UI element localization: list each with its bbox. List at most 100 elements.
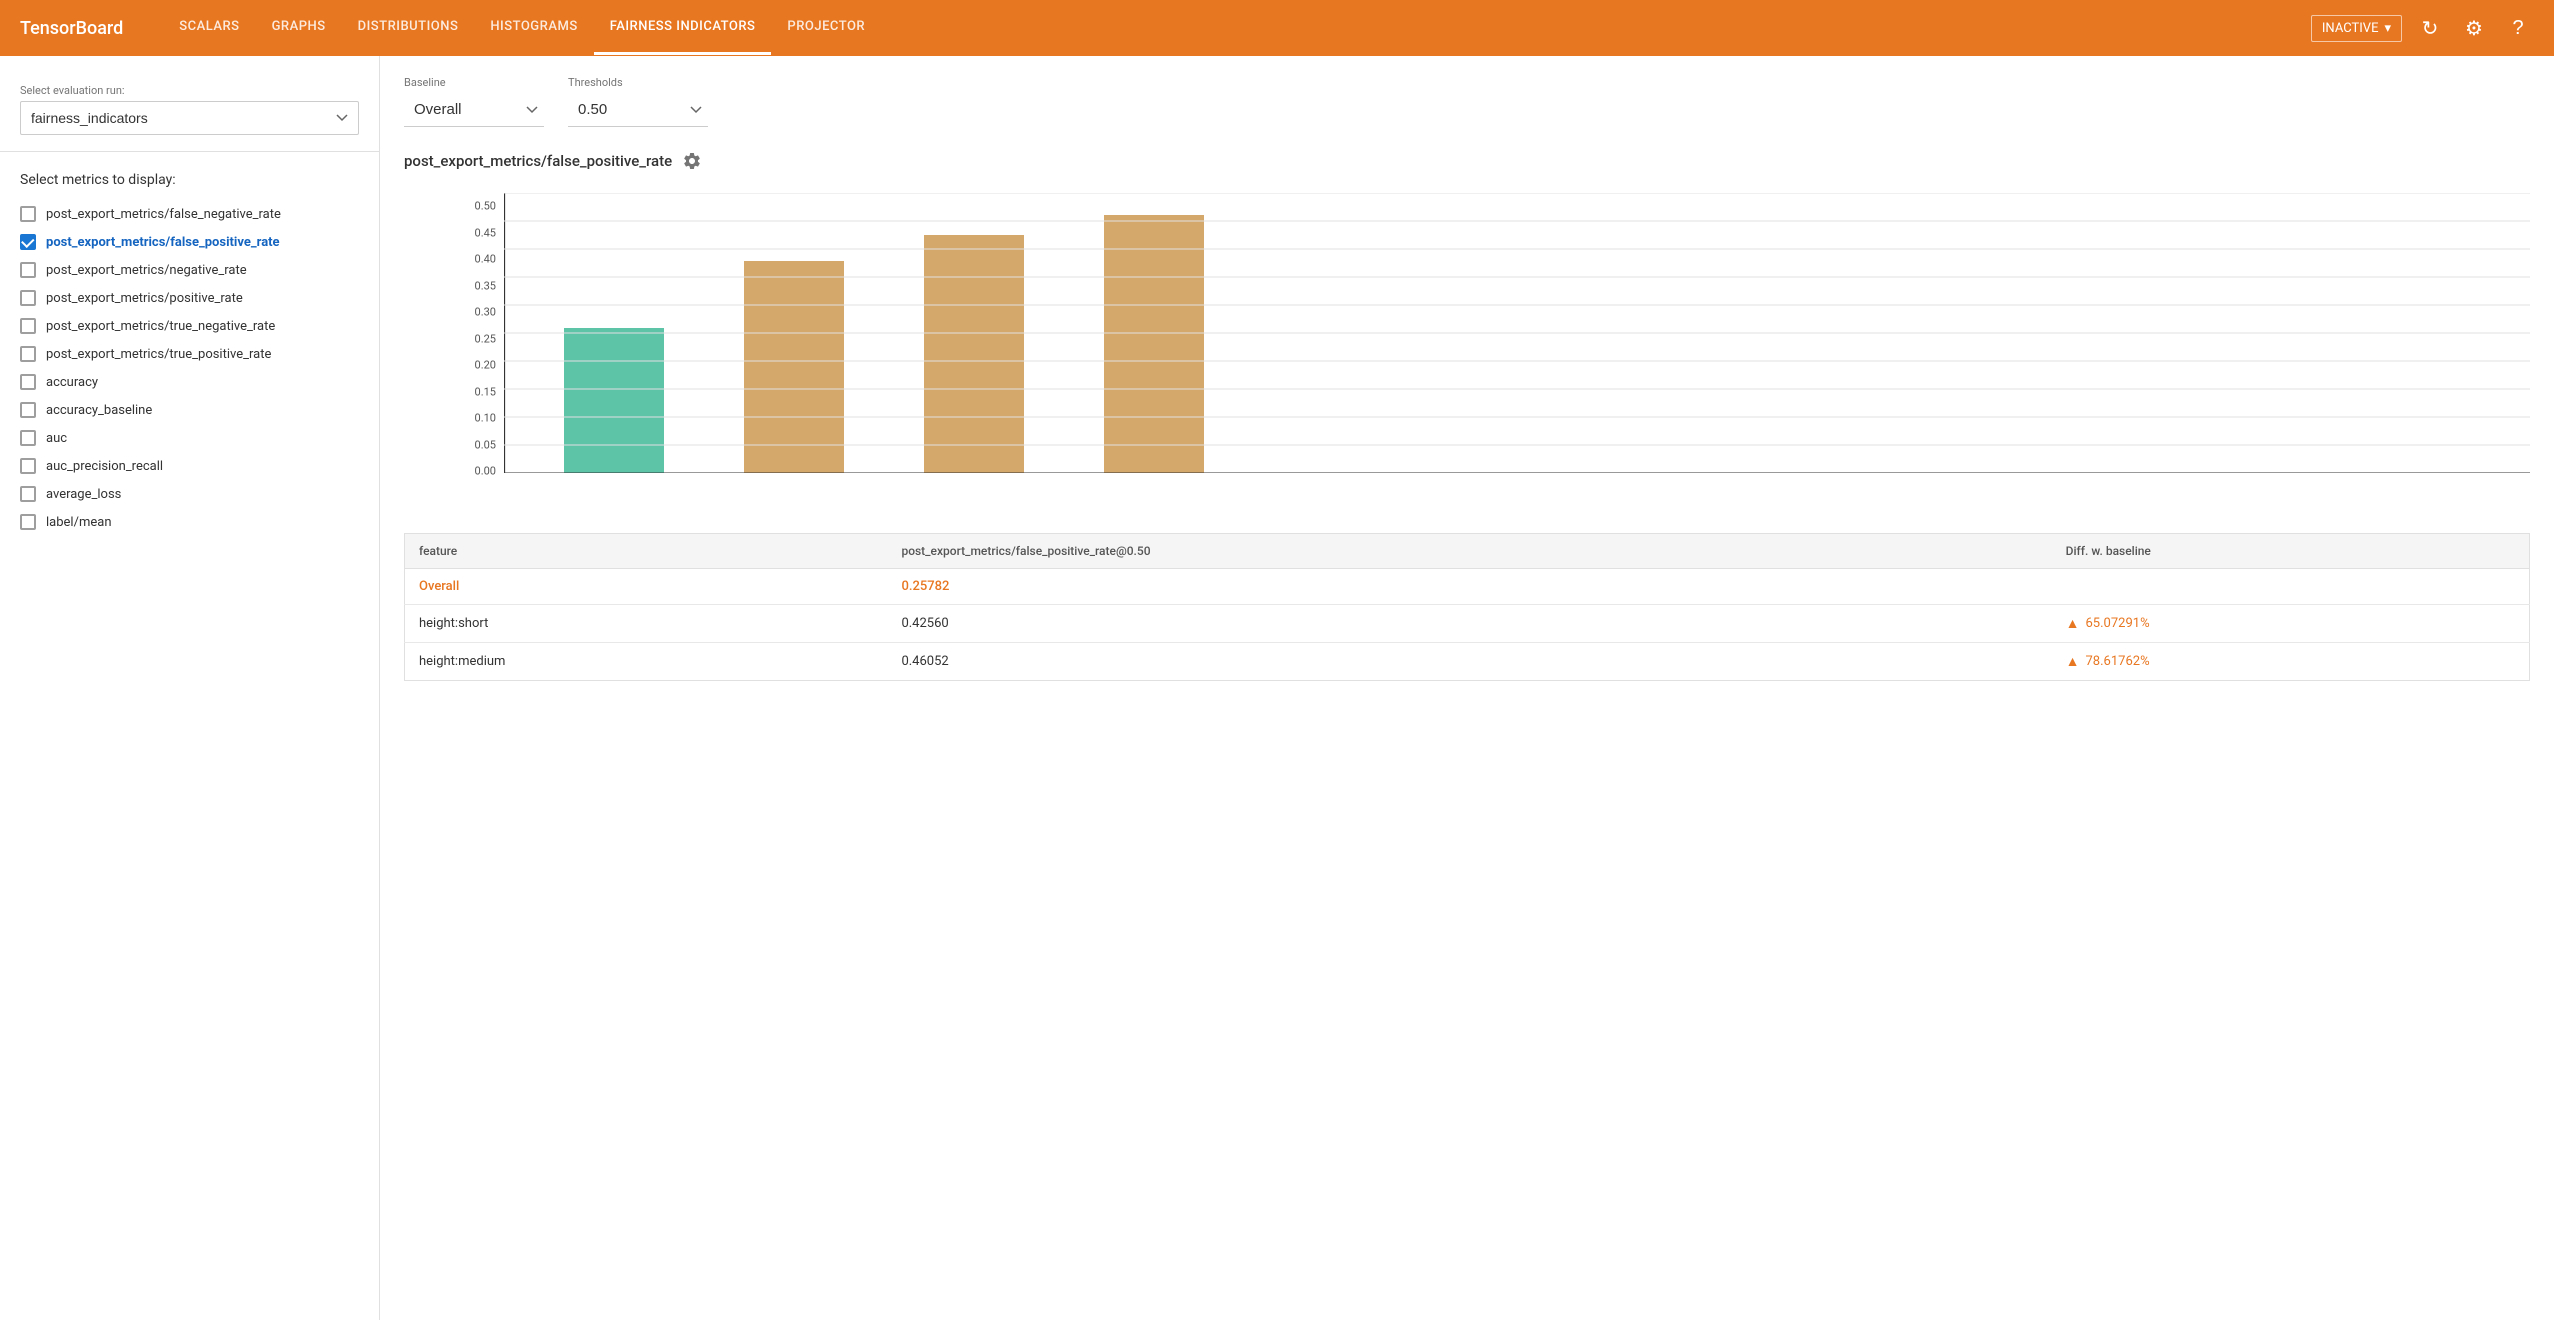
metric-item-7[interactable]: accuracy_baseline: [20, 396, 359, 424]
metric-checkbox-9: [20, 458, 36, 474]
nav-scalars[interactable]: SCALARS: [163, 1, 255, 55]
table-body: Overall0.25782height:short0.42560▲65.072…: [405, 569, 2530, 681]
nav-distributions[interactable]: DISTRIBUTIONS: [342, 1, 475, 55]
metric-item-5[interactable]: post_export_metrics/true_positive_rate: [20, 340, 359, 368]
bar-medium: [1104, 215, 1204, 473]
nav-histograms[interactable]: HISTOGRAMS: [474, 1, 593, 55]
y-label-9: 0.45: [454, 226, 496, 239]
chart-header: post_export_metrics/false_positive_rate: [404, 151, 2530, 171]
y-label-3: 0.15: [454, 385, 496, 398]
chart-section: post_export_metrics/false_positive_rate …: [404, 151, 2530, 513]
metric-item-9[interactable]: auc_precision_recall: [20, 452, 359, 480]
metric-item-4[interactable]: post_export_metrics/true_negative_rate: [20, 312, 359, 340]
metric-item-8[interactable]: auc: [20, 424, 359, 452]
content-area: Baseline Overall Thresholds 0.50 post_ex…: [380, 56, 2554, 1320]
topnav: TensorBoard SCALARS GRAPHS DISTRIBUTIONS…: [0, 0, 2554, 56]
metric-item-6[interactable]: accuracy: [20, 368, 359, 396]
chevron-down-icon: ▾: [2384, 21, 2391, 36]
metric-label-9: auc_precision_recall: [46, 459, 163, 474]
table-cell-diff-1: ▲65.07291%: [2052, 605, 2530, 643]
eval-run-label: Select evaluation run:: [20, 84, 359, 97]
y-label-6: 0.30: [454, 306, 496, 319]
metric-checkbox-1: [20, 234, 36, 250]
col-diff: Diff. w. baseline: [2052, 534, 2530, 569]
metric-label-3: post_export_metrics/positive_rate: [46, 291, 243, 306]
metric-item-11[interactable]: label/mean: [20, 508, 359, 536]
metric-label-6: accuracy: [46, 375, 98, 390]
metric-label-10: average_loss: [46, 487, 121, 502]
metric-checkbox-3: [20, 290, 36, 306]
nav-links: SCALARS GRAPHS DISTRIBUTIONS HISTOGRAMS …: [163, 1, 2311, 55]
metric-checkbox-5: [20, 346, 36, 362]
metric-item-3[interactable]: post_export_metrics/positive_rate: [20, 284, 359, 312]
baseline-label: Baseline: [404, 76, 544, 89]
overall-link[interactable]: Overall: [419, 579, 459, 594]
threshold-label: Thresholds: [568, 76, 708, 89]
controls-row: Baseline Overall Thresholds 0.50: [404, 76, 2530, 127]
refresh-button[interactable]: ↻: [2414, 12, 2446, 44]
data-table: feature post_export_metrics/false_positi…: [404, 533, 2530, 681]
metric-checkbox-6: [20, 374, 36, 390]
table-cell-feature-0[interactable]: Overall: [405, 569, 888, 605]
metric-item-2[interactable]: post_export_metrics/negative_rate: [20, 256, 359, 284]
diff-up-arrow: ▲: [2066, 615, 2080, 632]
y-label-8: 0.40: [454, 253, 496, 266]
y-label-10: 0.50: [454, 200, 496, 213]
metric-label-2: post_export_metrics/negative_rate: [46, 263, 247, 278]
metric-item-0[interactable]: post_export_metrics/false_negative_rate: [20, 200, 359, 228]
metric-label-4: post_export_metrics/true_negative_rate: [46, 319, 275, 334]
metric-label-5: post_export_metrics/true_positive_rate: [46, 347, 271, 362]
metrics-list: post_export_metrics/false_negative_ratep…: [20, 200, 359, 536]
metric-label-11: label/mean: [46, 515, 112, 530]
y-label-4: 0.20: [454, 359, 496, 372]
table-cell-value-0: 0.25782: [887, 569, 2051, 605]
bar-tall: [744, 261, 844, 473]
y-label-0: 0.00: [454, 465, 496, 478]
metric-checkbox-4: [20, 318, 36, 334]
overall-value: 0.25782: [901, 579, 949, 594]
bar-chart-svg: Overall tall short medium: [504, 193, 1404, 473]
metric-checkbox-2: [20, 262, 36, 278]
table-header: feature post_export_metrics/false_positi…: [405, 534, 2530, 569]
nav-graphs[interactable]: GRAPHS: [256, 1, 342, 55]
metric-item-10[interactable]: average_loss: [20, 480, 359, 508]
table-row: height:medium0.46052▲78.61762%: [405, 643, 2530, 681]
status-label: INACTIVE: [2322, 21, 2379, 36]
eval-run-select[interactable]: fairness_indicators: [20, 101, 359, 135]
bar-short: [924, 235, 1024, 473]
threshold-select[interactable]: 0.50: [568, 93, 708, 127]
chart-settings-icon[interactable]: [682, 151, 702, 171]
col-metric: post_export_metrics/false_positive_rate@…: [887, 534, 2051, 569]
y-label-7: 0.35: [454, 279, 496, 292]
nav-projector[interactable]: PROJECTOR: [771, 1, 881, 55]
metric-checkbox-11: [20, 514, 36, 530]
metric-checkbox-10: [20, 486, 36, 502]
diff-cell-1: ▲65.07291%: [2066, 615, 2515, 632]
diff-cell-2: ▲78.61762%: [2066, 653, 2515, 670]
threshold-control: Thresholds 0.50: [568, 76, 708, 127]
table-cell-value-1: 0.42560: [887, 605, 2051, 643]
metric-checkbox-8: [20, 430, 36, 446]
sidebar-divider: [0, 151, 379, 152]
metric-item-1[interactable]: post_export_metrics/false_positive_rate: [20, 228, 359, 256]
main-layout: Select evaluation run: fairness_indicato…: [0, 56, 2554, 1320]
status-dropdown[interactable]: INACTIVE ▾: [2311, 15, 2402, 42]
sidebar: Select evaluation run: fairness_indicato…: [0, 56, 380, 1320]
baseline-select[interactable]: Overall: [404, 93, 544, 127]
metric-label-7: accuracy_baseline: [46, 403, 152, 418]
metrics-title: Select metrics to display:: [20, 172, 359, 188]
y-label-1: 0.05: [454, 438, 496, 451]
metric-checkbox-0: [20, 206, 36, 222]
metric-label-8: auc: [46, 431, 67, 446]
nav-fairness-indicators[interactable]: FAIRNESS INDICATORS: [594, 1, 772, 55]
y-label-2: 0.10: [454, 412, 496, 425]
metric-label-1: post_export_metrics/false_positive_rate: [46, 235, 280, 250]
metric-label-0: post_export_metrics/false_negative_rate: [46, 207, 281, 222]
bar-chart-container: 0.00 0.05 0.10 0.15 0.20 0.25 0.30 0.35 …: [404, 183, 2530, 513]
baseline-control: Baseline Overall: [404, 76, 544, 127]
y-axis-labels: 0.00 0.05 0.10 0.15 0.20 0.25 0.30 0.35 …: [454, 193, 496, 473]
metrics-section: Select metrics to display: post_export_m…: [0, 160, 379, 548]
settings-button[interactable]: ⚙: [2458, 12, 2490, 44]
help-button[interactable]: ?: [2502, 12, 2534, 44]
table-row: Overall 0.25782: [405, 569, 2530, 605]
